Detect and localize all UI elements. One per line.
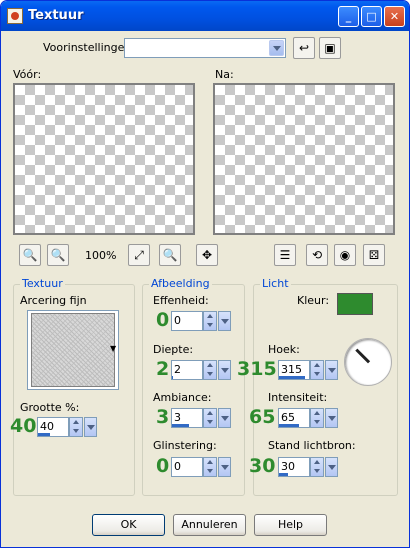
list-button[interactable]: ☰ [274, 244, 296, 266]
help-button[interactable]: Help [254, 514, 327, 536]
texture-swatch [31, 313, 115, 387]
presets-label: Voorinstellingen: [43, 41, 136, 54]
color-label: Kleur: [297, 294, 330, 307]
minimize-button[interactable]: _ [338, 6, 359, 27]
save-preset-button[interactable]: ▣ [319, 37, 341, 59]
fit-icon: ⤢ [134, 248, 144, 262]
before-label: Vóór: [13, 68, 42, 81]
elevation-annotation: 30 [249, 455, 276, 477]
fit-button[interactable]: ⤢ [128, 244, 150, 266]
dice-icon: ⚄ [368, 248, 380, 262]
after-label: Na: [215, 68, 234, 81]
light-group-title: Licht [260, 277, 291, 290]
dial-hand [355, 348, 371, 364]
reset-icon: ⟲ [311, 248, 323, 262]
depth-dropdown[interactable] [218, 360, 231, 380]
image-group-title: Afbeelding [149, 277, 212, 290]
elevation-label: Stand lichtbron: [268, 439, 356, 452]
chevron-down-icon[interactable]: ▼ [110, 344, 116, 353]
zoom-in-button[interactable]: 🔍 [47, 244, 69, 266]
shininess-updown[interactable] [203, 457, 217, 477]
intensity-updown[interactable] [310, 408, 324, 428]
size-updown[interactable] [69, 417, 83, 437]
depth-updown[interactable] [203, 360, 217, 380]
angle-dial[interactable] [344, 338, 392, 386]
smoothness-label: Effenheid: [153, 294, 209, 307]
texture-group-title: Textuur [20, 277, 65, 290]
title-bar[interactable]: Textuur _ □ ✕ [1, 1, 409, 31]
intensity-annotation: 65 [249, 406, 276, 428]
zoom-out-icon: 🔍 [22, 248, 38, 262]
smoothness-field[interactable]: 0 [171, 311, 203, 331]
depth-annotation: 2 [156, 358, 170, 380]
proof-button[interactable]: ◉ [334, 244, 356, 266]
move-button[interactable]: ✥ [196, 244, 218, 266]
ambiance-label: Ambiance: [153, 391, 212, 404]
chevron-down-icon[interactable] [269, 40, 284, 56]
close-button[interactable]: ✕ [384, 6, 405, 27]
light-color-swatch[interactable] [337, 293, 373, 315]
ambiance-updown[interactable] [203, 408, 217, 428]
texture-name: Arcering fijn [20, 294, 87, 307]
intensity-dropdown[interactable] [325, 408, 338, 428]
size-fill [38, 433, 50, 436]
smoothness-updown[interactable] [203, 311, 217, 331]
elevation-updown[interactable] [310, 457, 324, 477]
ambiance-annotation: 3 [156, 406, 170, 428]
after-preview [213, 83, 395, 235]
disabled-button: 🔍 [159, 244, 181, 266]
zoom-level: 100% [85, 249, 117, 262]
grayed-icon: 🔍 [162, 248, 178, 262]
intensity-fill [279, 424, 299, 427]
size-annotation: 40 [10, 415, 37, 437]
texture-dialog: Textuur _ □ ✕ Voorinstellingen: ↩ ▣ Vóór… [0, 0, 410, 548]
depth-fill [172, 376, 173, 379]
cancel-button[interactable]: Annuleren [173, 514, 246, 536]
smoothness-dropdown[interactable] [218, 311, 231, 331]
depth-label: Diepte: [153, 343, 194, 356]
shininess-dropdown[interactable] [218, 457, 231, 477]
size-dropdown[interactable] [84, 417, 97, 437]
load-preset-button[interactable]: ↩ [293, 37, 315, 59]
angle-label: Hoek: [268, 343, 300, 356]
smoothness-annotation: 0 [156, 309, 170, 331]
window-title: Textuur [28, 8, 84, 23]
elevation-dropdown[interactable] [325, 457, 338, 477]
zoom-in-icon: 🔍 [50, 248, 66, 262]
eye-icon: ◉ [339, 248, 351, 262]
shininess-label: Glinstering: [153, 439, 217, 452]
size-label: Grootte %: [20, 401, 80, 414]
ambiance-fill [172, 424, 189, 427]
angle-fill [279, 376, 305, 379]
move-icon: ✥ [201, 248, 213, 262]
app-icon [7, 8, 23, 24]
shininess-annotation: 0 [156, 455, 170, 477]
presets-dropdown[interactable] [124, 38, 286, 58]
intensity-label: Intensiteit: [268, 391, 328, 404]
angle-dropdown[interactable] [325, 360, 338, 380]
reset-button[interactable]: ⟲ [306, 244, 328, 266]
list-icon: ☰ [279, 248, 291, 262]
randomize-button[interactable]: ⚄ [363, 244, 385, 266]
ok-button[interactable]: OK [92, 514, 165, 536]
texture-picker[interactable] [27, 310, 119, 390]
zoom-out-button[interactable]: 🔍 [19, 244, 41, 266]
save-icon: ▣ [324, 41, 336, 55]
maximize-button[interactable]: □ [361, 6, 382, 27]
elevation-fill [279, 473, 288, 476]
ambiance-dropdown[interactable] [218, 408, 231, 428]
angle-annotation: 315 [237, 358, 277, 380]
before-preview[interactable] [13, 83, 195, 235]
shininess-field[interactable]: 0 [171, 457, 203, 477]
arrow-icon: ↩ [298, 41, 310, 55]
angle-updown[interactable] [310, 360, 324, 380]
depth-field[interactable]: 2 [171, 360, 203, 380]
